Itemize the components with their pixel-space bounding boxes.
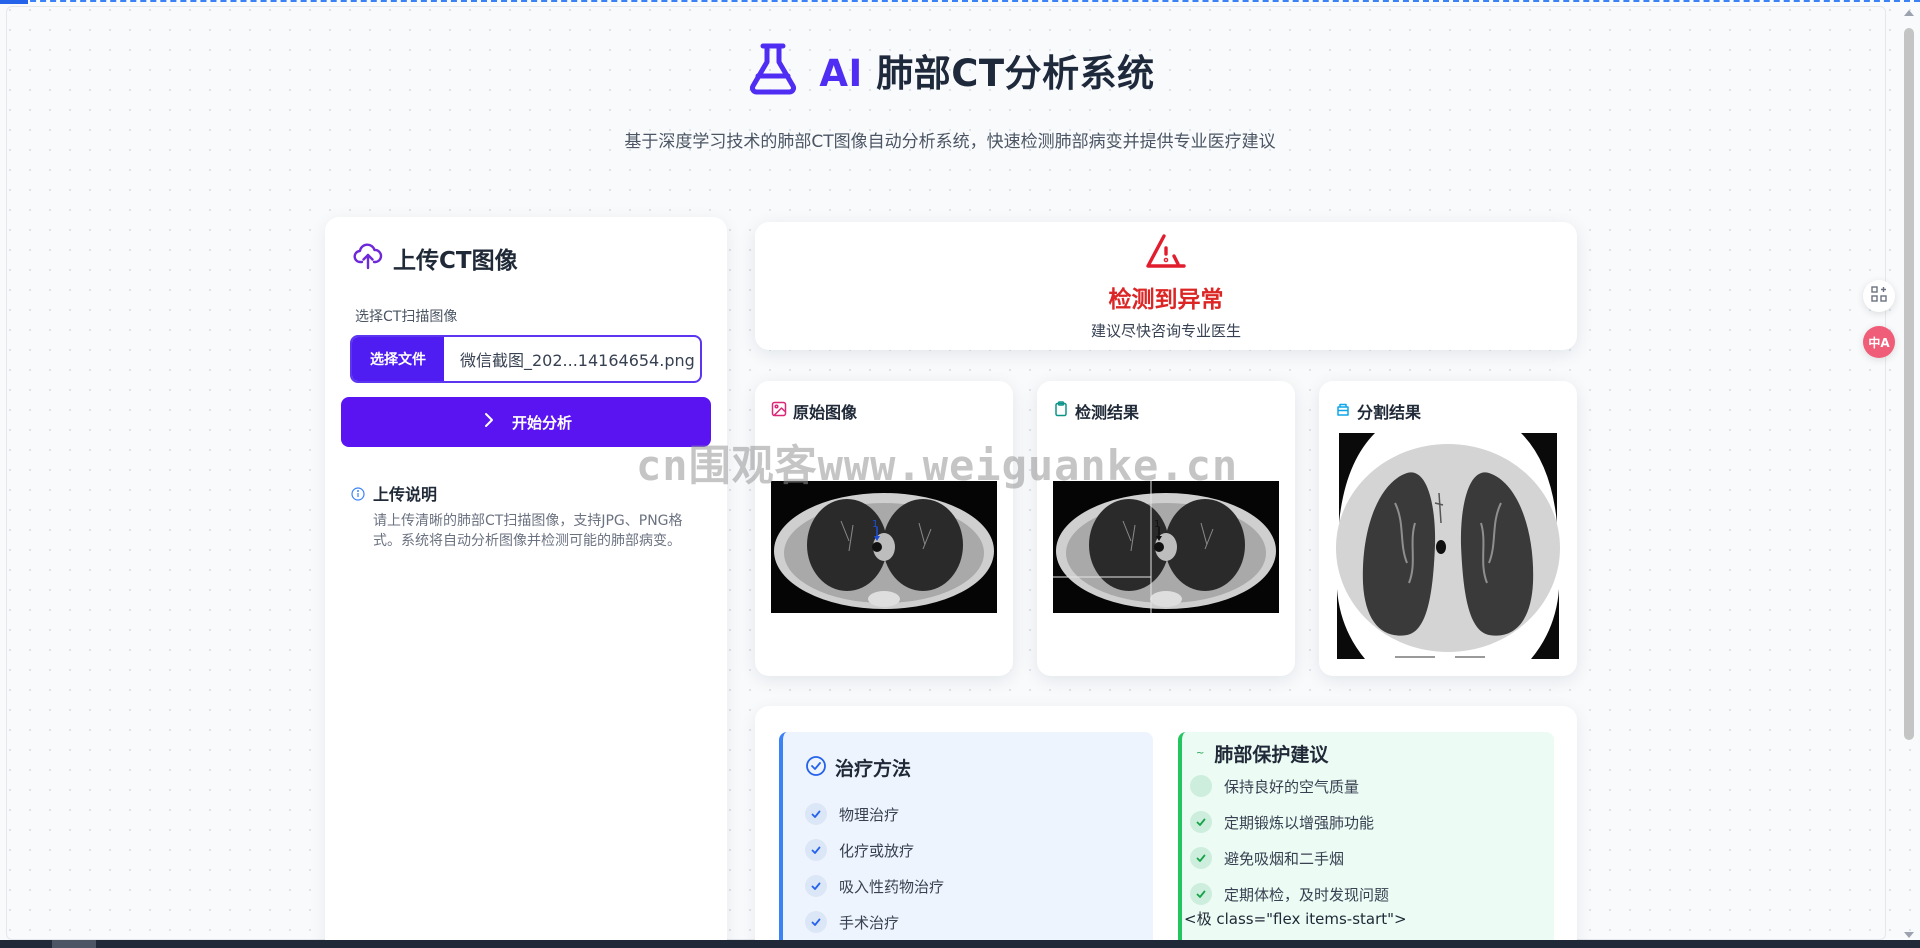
segmentation-ct-image (1335, 433, 1561, 659)
check-icon (805, 875, 827, 897)
treatment-item-label: 手术治疗 (839, 913, 900, 932)
treatment-panel: 治疗方法 物理治疗 化疗或放疗 吸入性药物治疗 手术治疗 (779, 732, 1153, 948)
upload-card: 上传CT图像 选择CT扫描图像 选择文件 微信截图_202...14164654… (325, 217, 727, 948)
page-subtitle: 基于深度学习技术的肺部CT图像自动分析系统，快速检测肺部病变并提供专业医疗建议 (624, 132, 1276, 152)
treatment-item-label: 物理治疗 (839, 805, 900, 824)
check-icon (1190, 883, 1212, 905)
chevron-right-icon (480, 411, 498, 433)
choose-file-button[interactable]: 选择文件 (352, 337, 444, 381)
empty-check-icon (1190, 775, 1212, 797)
protection-list: 保持良好的空气质量 定期锻炼以增强肺功能 避免吸烟和二手烟 定期体检，及时发现问… (1186, 768, 1389, 912)
check-icon (805, 911, 827, 933)
protection-item-label: 定期锻炼以增强肺功能 (1224, 813, 1375, 832)
original-image-card: 原始图像 1 (755, 381, 1013, 676)
clipboard-icon (1053, 401, 1069, 421)
recommendation-card: 治疗方法 物理治疗 化疗或放疗 吸入性药物治疗 手术治疗 ~ 肺部保护建议 保持… (755, 706, 1577, 948)
file-field-label: 选择CT扫描图像 (355, 309, 458, 325)
flask-icon (745, 40, 801, 100)
image-icon (771, 401, 787, 421)
check-circle-icon (805, 755, 827, 781)
file-input[interactable]: 选择文件 微信截图_202...14164654.png (350, 335, 702, 383)
original-ct-image: 1 (771, 481, 997, 613)
list-item: 定期锻炼以增强肺功能 (1186, 804, 1389, 840)
list-item: 手术治疗 (805, 904, 944, 940)
check-icon (805, 803, 827, 825)
original-image-title: 原始图像 (793, 403, 858, 422)
taskbar-item[interactable] (52, 940, 96, 948)
check-icon (1190, 811, 1212, 833)
alert-title: 检测到异常 (1108, 287, 1224, 313)
detection-marker-label: 1 (1154, 519, 1160, 530)
result-alert-card: 检测到异常 建议尽快咨询专业医生 (755, 222, 1577, 350)
treatment-title: 治疗方法 (835, 758, 912, 780)
check-icon (1190, 847, 1212, 869)
detection-result-title: 检测结果 (1075, 403, 1140, 422)
protection-item-label: 保持良好的空气质量 (1224, 777, 1360, 796)
scroll-down-arrow[interactable] (1904, 932, 1914, 938)
treatment-list: 物理治疗 化疗或放疗 吸入性药物治疗 手术治疗 (805, 796, 944, 940)
watermark-text: cn围观客www.weiguanke.cn (636, 441, 1239, 490)
detection-result-card: 检测结果 1 (1037, 381, 1295, 676)
side-tool-button[interactable] (1863, 280, 1895, 312)
top-border (0, 0, 1920, 4)
taskbar (0, 940, 1920, 948)
translate-button[interactable]: 中A (1863, 326, 1895, 358)
translate-icon: 中A (1868, 335, 1890, 350)
scroll-up-arrow[interactable] (1904, 10, 1914, 16)
page-header: AI 肺部CT分析系统 基于深度学习技术的肺部CT图像自动分析系统，快速检测肺部… (0, 40, 1900, 156)
protection-item-label: 定期体检，及时发现问题 (1224, 885, 1390, 904)
list-item: 保持良好的空气质量 (1186, 768, 1389, 804)
scroll-thumb[interactable] (1904, 28, 1914, 740)
check-icon (805, 839, 827, 861)
detection-ct-image: 1 (1053, 481, 1279, 613)
original-marker-label: 1 (872, 519, 878, 530)
list-item: 避免吸烟和二手烟 (1186, 840, 1389, 876)
protection-item-label: 避免吸烟和二手烟 (1224, 849, 1345, 868)
page-title: AI 肺部CT分析系统 (819, 52, 1155, 95)
note-text: 请上传清晰的肺部CT扫描图像，支持JPG、PNG格式。系统将自动分析图像并检测可… (373, 513, 683, 549)
selected-file-name: 微信截图_202...14164654.png (460, 351, 695, 370)
list-item: 吸入性药物治疗 (805, 868, 944, 904)
list-item: 化疗或放疗 (805, 832, 944, 868)
treatment-item-label: 化疗或放疗 (839, 841, 915, 860)
raw-markup-text: <极 class="flex items-start"> (1184, 910, 1407, 928)
alert-subtitle: 建议尽快咨询专业医生 (1090, 322, 1241, 340)
upload-title: 上传CT图像 (393, 248, 518, 274)
start-analysis-label: 开始分析 (511, 413, 572, 432)
list-item: 定期体检，及时发现问题 (1186, 876, 1389, 912)
protection-title: 肺部保护建议 (1214, 744, 1329, 766)
broken-image-icon: ~ (1196, 748, 1205, 759)
protection-panel: ~ 肺部保护建议 保持良好的空气质量 定期锻炼以增强肺功能 避免吸烟和二手烟 定… (1178, 732, 1554, 948)
list-item: 物理治疗 (805, 796, 944, 832)
layers-icon (1335, 401, 1351, 421)
treatment-item-label: 吸入性药物治疗 (839, 877, 945, 896)
warning-triangle-icon (1145, 234, 1187, 276)
scrollbar[interactable] (1902, 8, 1916, 938)
cloud-upload-icon (353, 241, 383, 275)
grid-plus-icon (1870, 285, 1888, 307)
segmentation-result-card: 分割结果 (1319, 381, 1577, 676)
segmentation-result-title: 分割结果 (1357, 403, 1422, 422)
info-icon (351, 481, 365, 551)
